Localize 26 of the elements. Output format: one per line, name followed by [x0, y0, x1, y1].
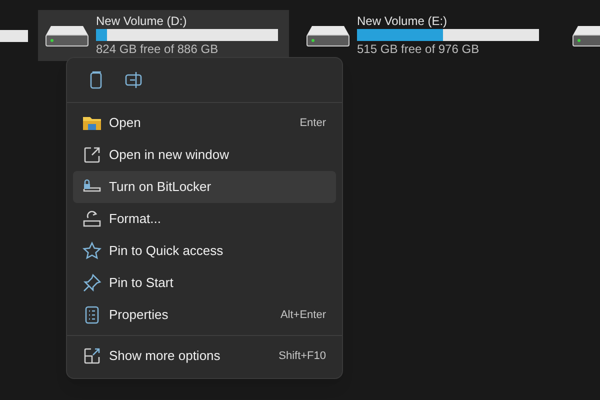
new-window-icon — [82, 145, 102, 165]
expand-icon — [82, 346, 102, 366]
menu-item[interactable]: Open in new window — [73, 139, 336, 171]
rename-icon[interactable] — [124, 70, 144, 90]
drive-tile[interactable]: New Volume (E:) 515 GB free of 976 GB — [299, 10, 550, 61]
shortcut-text: Shift+F10 — [278, 348, 326, 364]
hard-drive-icon — [306, 24, 350, 46]
menu-item[interactable]: Show more options Shift+F10 — [73, 340, 336, 372]
shortcut-text: Enter — [300, 116, 326, 131]
menu-item[interactable]: Properties Alt+Enter — [73, 299, 336, 331]
menu-item[interactable]: Open Enter — [73, 107, 336, 139]
capacity-bar — [0, 30, 28, 42]
free-space: 824 GB free of 886 GB — [96, 41, 220, 57]
drive-tile[interactable]: New Volume (D:) 824 GB free of 886 GB — [38, 10, 289, 61]
drive-name: New Volume (E:) — [357, 14, 448, 29]
menu-item[interactable]: Turn on BitLocker — [73, 171, 336, 203]
shortcut-text: Alt+Enter — [280, 308, 326, 323]
format-icon — [82, 209, 102, 229]
menu-item[interactable]: Pin to Start — [73, 267, 336, 299]
star-icon — [82, 241, 102, 261]
hard-drive-icon — [45, 24, 89, 46]
menu-item[interactable]: Pin to Quick access — [73, 235, 336, 267]
drive-name: New Volume (D:) — [96, 14, 188, 29]
free-space: 515 GB free of 976 GB — [357, 41, 480, 57]
menu-item[interactable]: Format... — [73, 203, 336, 235]
pin-icon — [82, 273, 102, 293]
